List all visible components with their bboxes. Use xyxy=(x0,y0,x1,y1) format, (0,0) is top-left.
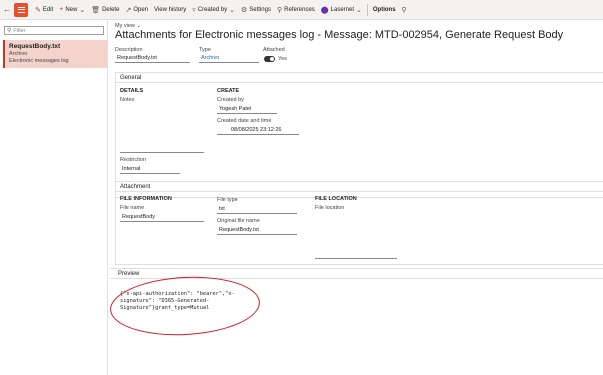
hamburger-menu-icon[interactable] xyxy=(14,2,28,17)
chevron-down-icon: ⌄ xyxy=(79,6,86,14)
toolbar-divider xyxy=(366,3,368,16)
description-label: Description xyxy=(115,47,143,53)
record-source: Electronic messages log xyxy=(9,58,69,64)
attached-value: Yes xyxy=(278,56,287,62)
original-file-name-field[interactable]: RequestBody.txt xyxy=(217,226,297,235)
general-section: General DETAILS Notes Restriction Intern… xyxy=(115,72,603,198)
record-list-pane: ⚲ Filter RequestBody.txt Archivo Electro… xyxy=(0,20,108,375)
lasernet-icon: ⬤ xyxy=(320,6,329,14)
list-item-selected[interactable]: RequestBody.txt Archivo Electronic messa… xyxy=(3,40,107,68)
open-icon: ↗ xyxy=(125,6,132,14)
type-field[interactable]: Archivo xyxy=(199,54,259,63)
file-type-field[interactable]: txt xyxy=(217,205,297,214)
settings-button[interactable]: ⚙ Settings xyxy=(238,0,274,20)
trash-icon: 🗑 xyxy=(91,6,101,14)
file-name-field[interactable]: RequestBody xyxy=(120,213,204,222)
restriction-field[interactable]: Internal xyxy=(120,165,180,174)
funnel-icon: ▿ xyxy=(192,6,196,14)
file-type-label: File type xyxy=(217,197,238,203)
type-label: Type xyxy=(199,47,211,53)
created-datetime-field[interactable]: 08/08/2025 23:12:26 xyxy=(217,126,299,135)
attachment-section: Attachment FILE INFORMATION File name Re… xyxy=(115,181,603,265)
plus-icon: + xyxy=(59,6,64,13)
new-button[interactable]: + New ⌄ xyxy=(56,0,88,20)
references-icon: ⚲ xyxy=(276,6,283,14)
annotation-circle xyxy=(108,273,262,339)
pencil-icon: ✎ xyxy=(35,6,41,14)
filter-input[interactable]: ⚲ Filter xyxy=(4,26,104,35)
back-arrow-icon[interactable]: ← xyxy=(0,0,14,20)
created-by-label: Created by xyxy=(217,97,244,103)
chevron-down-icon: ⌄ xyxy=(356,6,362,14)
file-location-label: File location xyxy=(315,205,345,211)
open-button[interactable]: ↗ Open xyxy=(122,0,151,20)
create-heading: CREATE xyxy=(217,88,240,94)
view-history-button[interactable]: View history xyxy=(151,0,189,20)
gear-icon: ⚙ xyxy=(241,6,248,14)
edit-button[interactable]: ✎ Edit xyxy=(32,0,56,20)
notes-field[interactable] xyxy=(120,105,204,153)
action-pane: ← ✎ Edit + New ⌄ 🗑 Delete ↗ Open View history… xyxy=(0,0,603,20)
file-location-heading: FILE LOCATION xyxy=(315,196,357,202)
attachment-header[interactable]: Attachment xyxy=(116,182,603,192)
created-datetime-label: Created date and time xyxy=(217,118,272,124)
created-by-field[interactable]: Yogesh Patel xyxy=(217,105,277,114)
attached-label: Attached xyxy=(263,47,285,53)
file-information-heading: FILE INFORMATION xyxy=(120,196,172,202)
notes-label: Notes xyxy=(120,97,135,103)
created-by-button[interactable]: ▿ Created by ⌄ xyxy=(189,0,238,20)
references-button[interactable]: ⚲ References xyxy=(274,0,318,20)
preview-section: Preview {"x-api-authorization": "bearer"… xyxy=(108,268,603,375)
restriction-label: Restriction xyxy=(120,157,146,163)
description-field[interactable]: RequestBody.txt xyxy=(115,54,190,63)
file-name-label: File name xyxy=(120,205,145,211)
options-tab[interactable]: Options xyxy=(370,0,399,20)
page-title: Attachments for Electronic messages log … xyxy=(115,29,564,41)
delete-button[interactable]: 🗑 Delete xyxy=(88,0,122,20)
record-name: RequestBody.txt xyxy=(9,43,61,50)
details-heading: DETAILS xyxy=(120,88,144,94)
lasernet-button[interactable]: ⬤ Lasernet ⌄ xyxy=(318,0,365,20)
general-header[interactable]: General xyxy=(116,73,603,83)
file-location-field[interactable] xyxy=(315,213,397,259)
search-icon: ⚲ xyxy=(7,28,12,34)
original-file-name-label: Original file name xyxy=(217,218,260,224)
record-type: Archivo xyxy=(9,51,28,57)
chevron-down-icon: ⌄ xyxy=(229,6,235,14)
search-icon[interactable]: ⚲ xyxy=(399,0,410,20)
attached-toggle[interactable] xyxy=(264,56,275,62)
